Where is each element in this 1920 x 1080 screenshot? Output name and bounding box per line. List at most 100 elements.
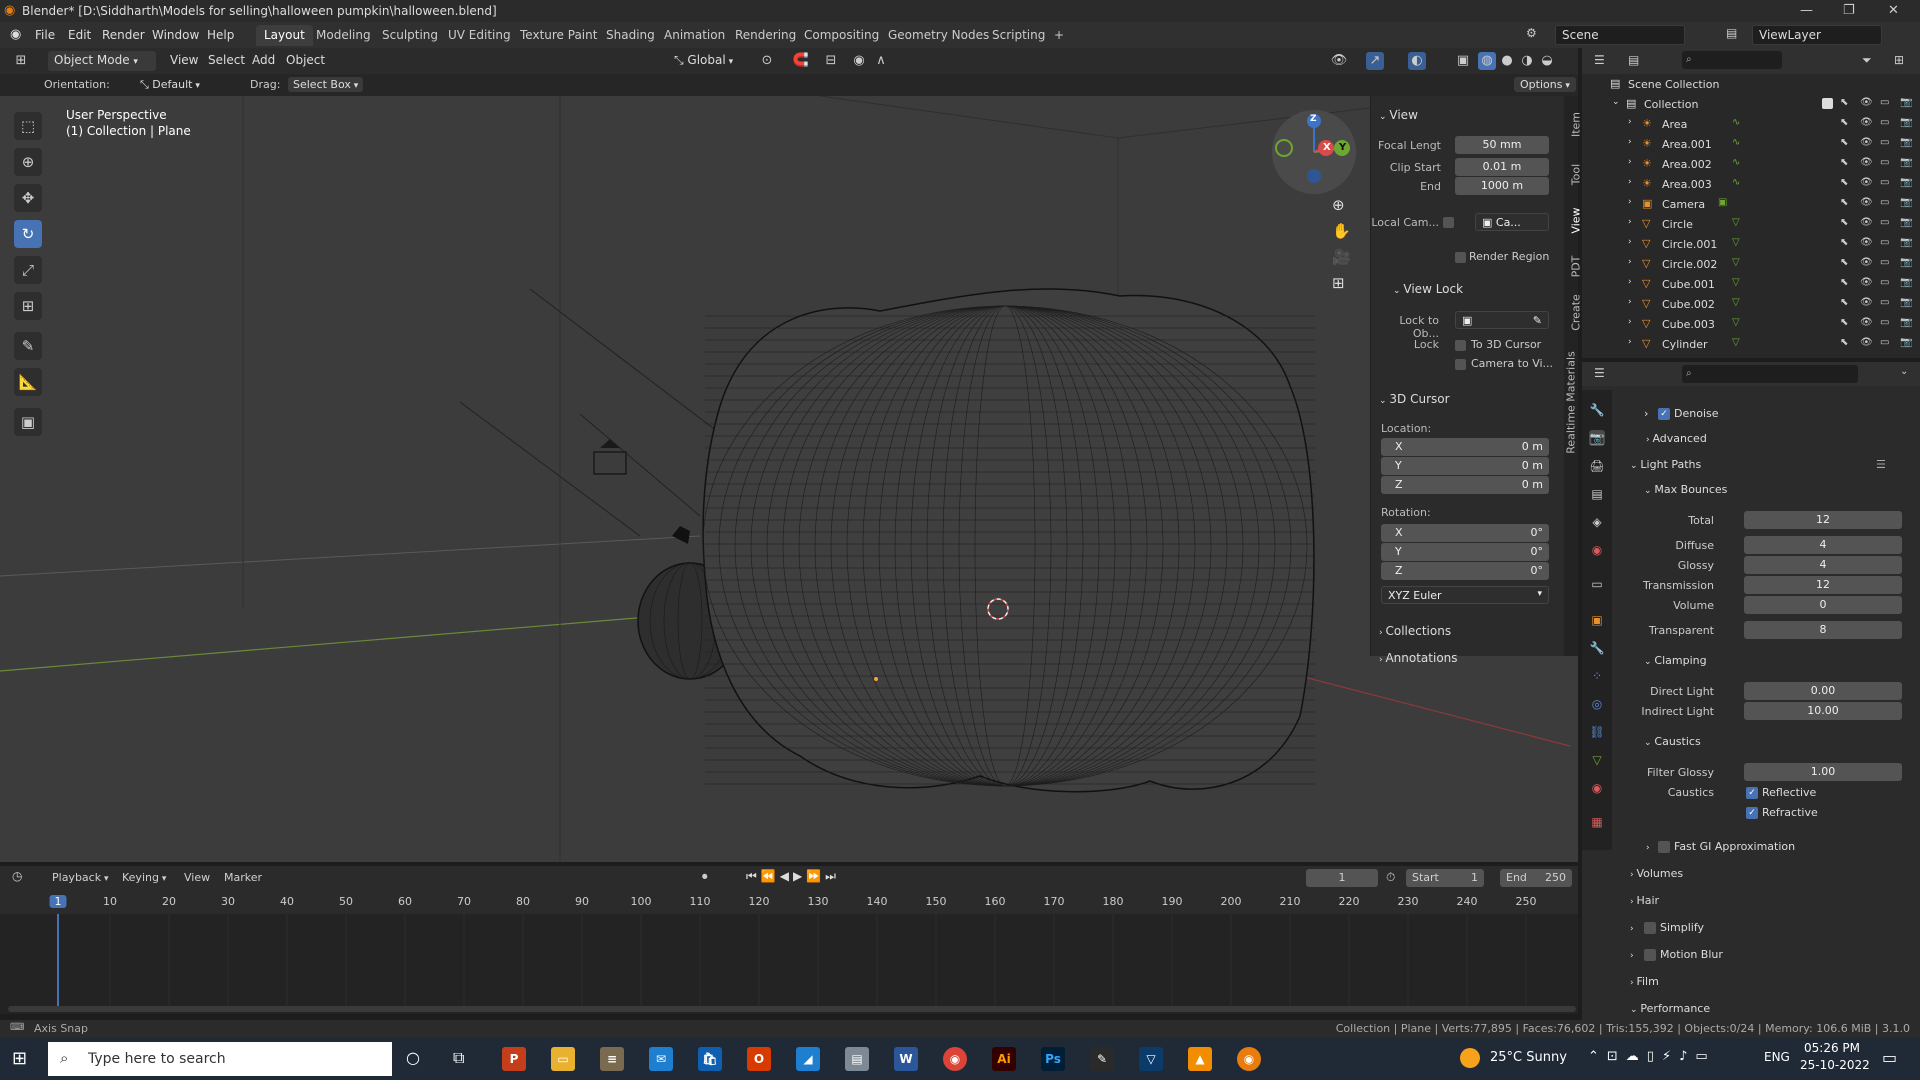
orientation-dropdown[interactable]: ⤡ Default ▾ [140, 78, 236, 92]
fast-gi-section[interactable]: › [1646, 840, 1650, 853]
presets-icon[interactable]: ☰ [1876, 458, 1886, 471]
3d-viewport[interactable]: User Perspective (1) Collection | Plane … [0, 96, 1578, 862]
chrome-icon[interactable]: ◉ [943, 1047, 967, 1071]
collections-section[interactable]: › Collections [1379, 624, 1451, 638]
tab-pdt[interactable]: PDT [1570, 247, 1583, 287]
clock-time[interactable]: 05:26 PM [1804, 1041, 1860, 1055]
app-icon[interactable]: ▤ [845, 1047, 869, 1071]
advanced-section[interactable]: › Advanced [1646, 432, 1707, 445]
volumes-section[interactable]: › Volumes [1630, 867, 1683, 880]
chevron-right-icon[interactable]: › [1644, 407, 1648, 420]
playback-menu[interactable]: Playback ▾ [52, 871, 108, 884]
camera-object[interactable] [593, 439, 627, 475]
outliner-object-row[interactable]: › ▽ Circle ▽ ⬉ 👁 ▭ 📷 [1582, 214, 1920, 234]
outliner-object-row[interactable]: › ▽ Cube.003 ▽ ⬉ 👁 ▭ 📷 [1582, 314, 1920, 334]
start-frame-field[interactable]: Start 1 [1406, 869, 1484, 887]
denoise-checkbox[interactable]: ✓ [1658, 408, 1670, 420]
motion-blur-section[interactable]: › [1630, 948, 1634, 961]
ortho-toggle-icon[interactable]: ⊞ [1332, 274, 1345, 292]
scene-tab-icon[interactable]: ◈ [1589, 514, 1605, 530]
mesh-data-icon[interactable]: ▽ [1732, 317, 1740, 328]
performance-section[interactable]: ⌄ Performance [1630, 1002, 1710, 1015]
close-button[interactable]: ✕ [1888, 3, 1899, 18]
select-arrow-icon[interactable]: ⬉ [1840, 257, 1848, 268]
light-data-icon[interactable]: ∿ [1732, 117, 1740, 128]
preview-range-icon[interactable]: ⏱ [1386, 870, 1395, 885]
constraints-tab-icon[interactable]: ⛓ [1589, 724, 1605, 740]
outliner-object-row[interactable]: › ▽ Circle.001 ▽ ⬉ 👁 ▭ 📷 [1582, 234, 1920, 254]
blender-taskbar-icon[interactable]: ◉ [1237, 1047, 1261, 1071]
clip-end-field[interactable]: 1000 m [1455, 177, 1549, 195]
pumpkin-mesh[interactable] [702, 288, 1315, 793]
mesh-data-icon[interactable]: ▽ [1732, 337, 1740, 348]
glossy-field[interactable]: 4 [1744, 556, 1902, 574]
system-tray-icons[interactable]: ⌃⊡☁▯⚡♪▭ [1588, 1049, 1716, 1064]
chevron-right-icon[interactable]: › [1628, 277, 1632, 287]
diffuse-field[interactable]: 4 [1744, 536, 1902, 554]
tab-item[interactable]: Item [1570, 105, 1583, 145]
maximize-button[interactable]: ❐ [1843, 3, 1855, 18]
eye-icon[interactable]: 👁 [1860, 237, 1873, 248]
tab-view[interactable]: View [1570, 201, 1583, 241]
select-arrow-icon[interactable]: ⬉ [1840, 177, 1848, 188]
focal-length-field[interactable]: 50 mm [1455, 136, 1549, 154]
mesh-data-icon[interactable]: ▽ [1732, 257, 1740, 268]
render-icon[interactable]: 📷 [1900, 297, 1912, 308]
max-bounces-section[interactable]: ⌄ Max Bounces [1644, 483, 1727, 496]
snap-target-icon[interactable]: ⊟ [822, 52, 840, 70]
chevron-right-icon[interactable]: › [1628, 257, 1632, 267]
material-tab-icon[interactable]: ◉ [1589, 780, 1605, 796]
render-icon[interactable]: 📷 [1900, 117, 1912, 128]
snap-icon[interactable]: 🧲 [792, 52, 810, 70]
cursor-rotation-z-field[interactable]: Z 0° [1381, 562, 1549, 580]
timeline-editor-icon[interactable]: ◷ [12, 869, 22, 883]
scale-tool-icon[interactable]: ⤢ [14, 256, 42, 284]
view-layer-selector[interactable]: ViewLayer [1752, 25, 1882, 45]
illustrator-icon[interactable]: Ai [992, 1047, 1016, 1071]
timeline-view-menu[interactable]: View [184, 871, 210, 884]
exclude-checkbox[interactable] [1822, 98, 1833, 109]
select-tool-icon[interactable]: ⬚ [14, 112, 42, 140]
cursor-location-x-field[interactable]: X 0 m [1381, 438, 1549, 456]
select-arrow-icon[interactable]: ⬉ [1840, 317, 1848, 328]
tab-compositing[interactable]: Compositing [796, 25, 887, 46]
select-arrow-icon[interactable]: ⬉ [1840, 97, 1848, 108]
tab-realtime-materials[interactable]: Realtime Materials [1565, 348, 1578, 458]
indirect-light-field[interactable]: 10.00 [1744, 702, 1902, 720]
mail-icon[interactable]: ✉ [649, 1047, 673, 1071]
menu-help[interactable]: Help [207, 28, 234, 42]
eye-icon[interactable]: 👁 [1860, 297, 1873, 308]
tab-shading[interactable]: Shading [598, 25, 663, 46]
select-arrow-icon[interactable]: ⬉ [1840, 137, 1848, 148]
taskbar-search-box[interactable]: ⌕ Type here to search [48, 1042, 392, 1076]
add-workspace-button[interactable]: + [1046, 25, 1072, 46]
outliner-scene-collection[interactable]: ▤ Scene Collection [1582, 74, 1920, 94]
lock-to-cursor-checkbox[interactable] [1455, 340, 1466, 351]
select-arrow-icon[interactable]: ⬉ [1840, 277, 1848, 288]
expand-chevron-icon[interactable]: ⌄ [1612, 97, 1620, 107]
render-icon[interactable]: 📷 [1900, 137, 1912, 148]
material-shading-icon[interactable]: ◑ [1518, 52, 1536, 70]
eye-icon[interactable]: 👁 [1860, 217, 1873, 228]
tab-tool[interactable]: Tool [1570, 155, 1583, 195]
photoshop-icon[interactable]: Ps [1041, 1047, 1065, 1071]
viewport-icon[interactable]: ▭ [1880, 97, 1889, 108]
transparent-field[interactable]: 8 [1744, 621, 1902, 639]
outliner-editor-icon[interactable]: ☰ [1594, 53, 1605, 67]
clamping-section[interactable]: ⌄ Clamping [1644, 654, 1707, 667]
viewport-icon[interactable]: ▭ [1880, 277, 1889, 288]
timeline-body[interactable] [0, 914, 1578, 1014]
camera-to-view-checkbox[interactable] [1455, 359, 1466, 370]
caustics-section[interactable]: ⌄ Caustics [1644, 735, 1701, 748]
falloff-icon[interactable]: ∧ [872, 52, 890, 70]
eye-icon[interactable]: 👁 [1860, 177, 1873, 188]
hair-section[interactable]: › Hair [1630, 894, 1659, 907]
rotation-mode-dropdown[interactable]: XYZ Euler ▾ [1381, 586, 1549, 604]
filter-icon[interactable]: ⏷ [1862, 53, 1872, 68]
tab-create[interactable]: Create [1570, 293, 1583, 333]
chevron-right-icon[interactable]: › [1628, 297, 1632, 307]
scene-selector[interactable]: Scene [1555, 25, 1685, 45]
menu-object[interactable]: Object [280, 51, 331, 71]
select-arrow-icon[interactable]: ⬉ [1840, 297, 1848, 308]
cursor-location-y-field[interactable]: Y 0 m [1381, 457, 1549, 475]
